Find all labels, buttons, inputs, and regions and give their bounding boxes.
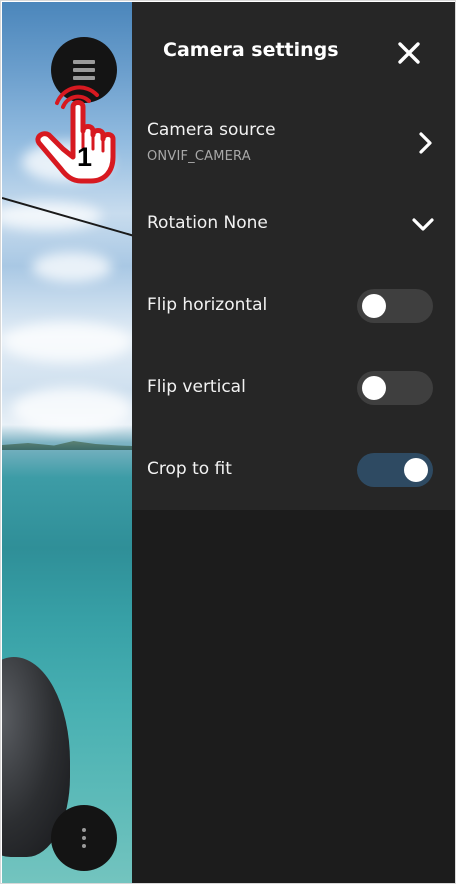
crop-to-fit-label: Crop to fit bbox=[147, 459, 232, 479]
flip-vertical-toggle[interactable] bbox=[357, 371, 433, 405]
rotation-label: Rotation None bbox=[147, 213, 268, 233]
tap-hand-icon bbox=[35, 85, 116, 184]
toggle-knob bbox=[362, 376, 386, 400]
settings-card: Camera settings Camera source ONVIF_CAME… bbox=[132, 2, 455, 510]
toggle-knob bbox=[404, 458, 428, 482]
app-screen: 1 Camera settings Camera source ONVIF_CA… bbox=[0, 0, 456, 884]
flip-horizontal-row: Flip horizontal bbox=[132, 284, 455, 328]
chevron-down-icon bbox=[412, 218, 434, 231]
more-options-button[interactable] bbox=[51, 805, 117, 871]
crop-to-fit-row: Crop to fit bbox=[132, 448, 455, 492]
more-vertical-icon bbox=[82, 828, 86, 848]
chevron-right-icon bbox=[419, 132, 432, 154]
flip-horizontal-toggle[interactable] bbox=[357, 289, 433, 323]
crop-to-fit-toggle[interactable] bbox=[357, 453, 433, 487]
panel-title: Camera settings bbox=[163, 39, 339, 61]
camera-source-row[interactable]: Camera source ONVIF_CAMERA bbox=[132, 112, 455, 172]
close-icon bbox=[398, 42, 420, 64]
flip-vertical-label: Flip vertical bbox=[147, 377, 246, 397]
tap-step-number: 1 bbox=[77, 142, 93, 172]
close-button[interactable] bbox=[389, 33, 429, 73]
camera-settings-panel: Camera settings Camera source ONVIF_CAME… bbox=[132, 2, 455, 883]
toggle-knob bbox=[362, 294, 386, 318]
flip-vertical-row: Flip vertical bbox=[132, 366, 455, 410]
flip-horizontal-label: Flip horizontal bbox=[147, 295, 268, 315]
camera-source-value: ONVIF_CAMERA bbox=[147, 149, 251, 164]
camera-source-label: Camera source bbox=[147, 120, 276, 140]
horizon-island bbox=[2, 441, 132, 450]
rotation-row[interactable]: Rotation None bbox=[132, 202, 455, 246]
